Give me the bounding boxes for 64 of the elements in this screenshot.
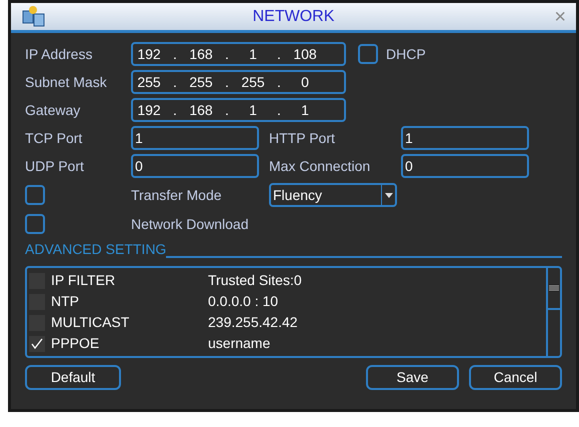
port-field[interactable]: 1 [131,126,259,150]
setting-name: NTP [51,292,80,311]
field-label: DHCP [386,44,426,64]
row-checkbox[interactable] [29,336,45,352]
setting-name: IP FILTER [51,271,116,290]
octet-separator: . [224,100,230,120]
octet-separator: . [224,44,230,64]
port-field[interactable]: 1 [401,126,529,150]
octet-value: 192 [136,100,162,120]
setting-value: 239.255.42.42 [208,313,298,332]
checkbox[interactable] [25,214,45,234]
setting-name: MULTICAST [51,313,130,332]
octet-value: 255 [188,72,214,92]
octet-value: 1 [248,44,258,64]
section-title: ADVANCED SETTING [25,240,166,259]
ip-address-field[interactable]: 192 . 168 . 1 . 108 [131,42,346,66]
settings-row[interactable]: PPPOE username [27,333,546,354]
field-label: Gateway [25,100,82,120]
setting-value: username [208,334,270,353]
octet-separator: . [172,44,178,64]
field-label: Transfer Mode [131,186,223,204]
octet-value: 192 [136,44,162,64]
window-title: NETWORK [252,6,334,26]
field-label: HTTP Port [269,128,336,148]
port-field[interactable]: 0 [131,154,259,178]
octet-separator: . [276,100,282,120]
octet-value: 255 [136,72,162,92]
dialog-button[interactable]: Save [366,365,459,390]
octet-value: 255 [240,72,266,92]
max-connection-field[interactable]: 0 [401,154,529,178]
settings-row[interactable]: IP FILTER Trusted Sites:0 [27,270,546,291]
octet-value: 108 [292,44,318,64]
checkbox[interactable] [25,185,45,205]
octet-value: 1 [300,100,310,120]
dialog-button[interactable]: Cancel [469,365,562,390]
field-label: Max Connection [269,156,372,176]
setting-value: 0.0.0.0 : 10 [208,292,278,311]
field-label: IP Address [25,44,94,64]
field-label: UDP Port [25,156,85,176]
octet-separator: . [276,72,282,92]
settings-row[interactable]: MULTICAST 239.255.42.42 [27,312,546,333]
octet-separator: . [172,100,178,120]
octet-value: 0 [300,72,310,92]
ip-address-field[interactable]: 255 . 255 . 255 . 0 [131,70,346,94]
checkbox[interactable] [358,44,378,64]
grip-icon [549,285,559,291]
octet-separator: . [224,72,230,92]
octet-value: 168 [188,44,214,64]
octet-separator: . [276,44,282,64]
field-label: TCP Port [25,128,84,148]
field-label: Subnet Mask [25,72,108,92]
field-label: Network Download [131,214,248,234]
checkmark-icon [31,338,43,350]
octet-separator: . [172,72,178,92]
transfer-mode-dropdown[interactable]: Fluency [269,183,397,207]
setting-value: Trusted Sites:0 [208,271,302,290]
settings-row[interactable]: NTP 0.0.0.0 : 10 [27,291,546,312]
octet-value: 1 [248,100,258,120]
caret-icon [384,192,392,198]
dialog-button[interactable]: Default [25,365,121,390]
ip-address-field[interactable]: 192 . 168 . 1 . 1 [131,98,346,122]
setting-name: PPPOE [51,334,100,353]
octet-value: 168 [188,100,214,120]
scrollbar[interactable] [546,268,560,356]
